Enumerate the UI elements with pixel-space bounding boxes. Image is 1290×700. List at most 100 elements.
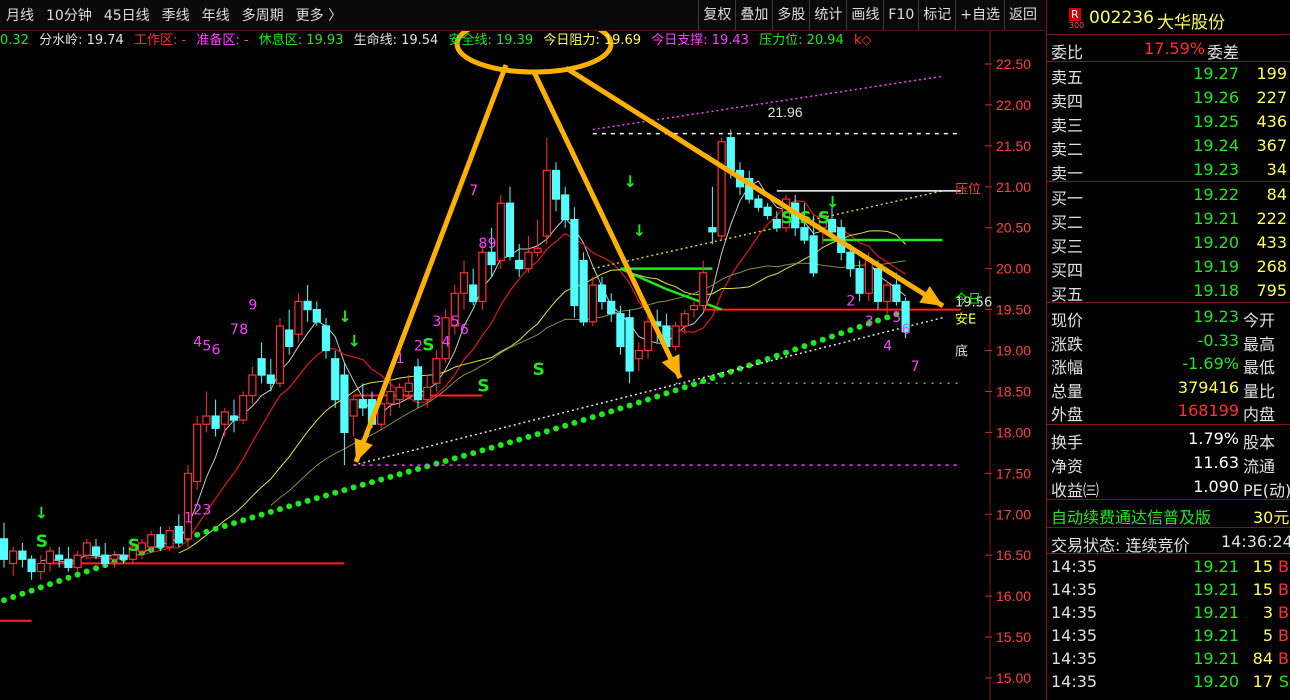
support-dot xyxy=(286,503,293,510)
level-tag: 压位 xyxy=(955,182,981,197)
support-dot xyxy=(571,419,578,426)
bids-label: 买三 xyxy=(1051,237,1084,256)
tick-row[interactable]: 14:35 19.21 3 B xyxy=(1047,601,1290,624)
back-button[interactable]: 返回 xyxy=(1004,0,1041,30)
overlay-button[interactable]: 叠加 xyxy=(735,0,772,30)
stats-button[interactable]: 统计 xyxy=(809,0,846,30)
annotation-arrow-2 xyxy=(531,70,683,380)
tick-row[interactable]: 14:35 19.21 15 B xyxy=(1047,578,1290,601)
asks-row[interactable]: 卖二 19.24 367 xyxy=(1047,134,1290,159)
asks-label: 卖四 xyxy=(1051,92,1084,111)
support-dot xyxy=(810,339,817,346)
stats-row: 总量 379416 量比 xyxy=(1047,376,1290,401)
support-dot xyxy=(672,387,679,394)
tab-multi-period[interactable]: 多周期 xyxy=(236,5,290,25)
bids-row[interactable]: 买三 19.20 433 xyxy=(1047,231,1290,256)
bids-row[interactable]: 买二 19.21 222 xyxy=(1047,207,1290,232)
candle-body xyxy=(496,202,505,262)
tick-row[interactable]: 14:35 19.20 17 S xyxy=(1047,670,1290,693)
stat-value: 1.79% xyxy=(1188,429,1239,448)
mark-button[interactable]: 标记 xyxy=(918,0,955,30)
stat-label-2: 最高 xyxy=(1243,334,1276,354)
support-dot xyxy=(792,346,799,353)
asks-row[interactable]: 卖一 19.23 34 xyxy=(1047,158,1290,183)
tab-yearly[interactable]: 年线 xyxy=(196,5,236,25)
bids-volume: 433 xyxy=(1256,233,1287,252)
candle-body xyxy=(478,251,487,303)
candle-body xyxy=(312,309,321,323)
tick-row[interactable]: 14:35 19.21 84 B xyxy=(1047,647,1290,670)
fuquan-button[interactable]: 复权 xyxy=(698,0,735,30)
candle-body xyxy=(18,550,27,560)
candle-body xyxy=(754,198,763,208)
asks-volume: 227 xyxy=(1256,88,1287,107)
tab-monthly[interactable]: 月线 xyxy=(0,5,40,25)
stat-label-2: 今开 xyxy=(1243,311,1276,330)
candle-body xyxy=(423,386,432,401)
support-dot xyxy=(295,500,302,507)
stats2-row: 收益㈢ 1.090 PE(动) xyxy=(1047,475,1290,500)
stat-label: 净资 xyxy=(1051,457,1084,476)
candle-body xyxy=(643,321,653,352)
support-dot xyxy=(599,411,605,418)
support-dot xyxy=(332,489,339,496)
support-dot xyxy=(654,393,661,400)
tab-10min[interactable]: 10分钟 xyxy=(40,5,98,25)
candle-body xyxy=(64,558,73,569)
support-dot xyxy=(231,520,237,527)
support-dot xyxy=(258,511,265,518)
sell-signal-marker: S xyxy=(533,360,545,380)
support-dot xyxy=(875,317,881,324)
candle-body xyxy=(239,394,248,421)
tick-row[interactable]: 14:35 19.21 5 B xyxy=(1047,624,1290,647)
add-favorite-button[interactable]: +自选 xyxy=(955,0,1004,30)
bids-price: 19.18 xyxy=(1193,281,1239,300)
bids-row[interactable]: 买一 19.22 84 xyxy=(1047,183,1290,208)
support-dot xyxy=(240,517,247,524)
tab-more[interactable]: 更多 〉 xyxy=(290,5,348,25)
indicator-first-value: 0.32 xyxy=(0,33,29,48)
candle-body xyxy=(156,534,165,548)
multi-stock-button[interactable]: 多股 xyxy=(772,0,809,30)
kline-chart[interactable]: 22.50 22.00 21.50 21.00 20.50 20.00 19.50 19.00… xyxy=(0,0,1045,700)
support-dot xyxy=(645,396,651,403)
bids-volume: 84 xyxy=(1266,185,1287,204)
support-dot xyxy=(221,523,228,530)
candle-body xyxy=(524,251,533,270)
asks-row[interactable]: 卖三 19.25 436 xyxy=(1047,110,1290,135)
candle-body xyxy=(699,272,708,307)
ma30-line xyxy=(270,260,906,506)
support-dot xyxy=(93,565,99,572)
asks-row[interactable]: 卖五 19.27 199 xyxy=(1047,62,1290,87)
asks-row[interactable]: 卖四 19.26 227 xyxy=(1047,86,1290,111)
indicator-jinri-zhicheng: 今日支撑: 19.43 xyxy=(651,33,749,48)
y-tick-label: 21.50 xyxy=(996,138,1031,154)
y-tick-label: 17.50 xyxy=(996,465,1031,481)
tick-price: 19.20 xyxy=(1193,672,1239,691)
promo-banner[interactable]: 自动续费通达信普及版 30元 xyxy=(1047,502,1290,528)
indicator-toggle-icon[interactable]: k◇ xyxy=(854,33,872,48)
support-dot xyxy=(525,433,532,440)
td-count-digit: 4 xyxy=(193,334,202,350)
candle-body xyxy=(220,411,229,425)
support-dot xyxy=(378,476,385,483)
promo-text[interactable]: 自动续费通达信普及版 xyxy=(1051,504,1211,528)
down-arrow-icon: ↓ xyxy=(348,331,361,350)
bids-row[interactable]: 买五 19.18 795 xyxy=(1047,279,1290,304)
support-dot xyxy=(553,425,559,432)
tick-flag: B xyxy=(1278,557,1289,576)
candle-body xyxy=(680,313,689,327)
bids-row[interactable]: 买四 19.19 268 xyxy=(1047,255,1290,280)
tab-quarterly[interactable]: 季线 xyxy=(156,5,196,25)
tick-row[interactable]: 14:35 19.21 15 B xyxy=(1047,555,1290,578)
support-dot xyxy=(212,525,219,532)
f10-button[interactable]: F10 xyxy=(883,0,918,30)
promo-price[interactable]: 30元 xyxy=(1253,504,1289,528)
candle-body xyxy=(561,194,570,221)
tab-45day[interactable]: 45日线 xyxy=(98,5,156,25)
draw-line-button[interactable]: 画线 xyxy=(846,0,883,30)
asks-price: 19.26 xyxy=(1193,88,1239,107)
support-dot xyxy=(847,327,854,334)
stat-value: 168199 xyxy=(1177,401,1239,420)
support-dot xyxy=(451,455,458,462)
